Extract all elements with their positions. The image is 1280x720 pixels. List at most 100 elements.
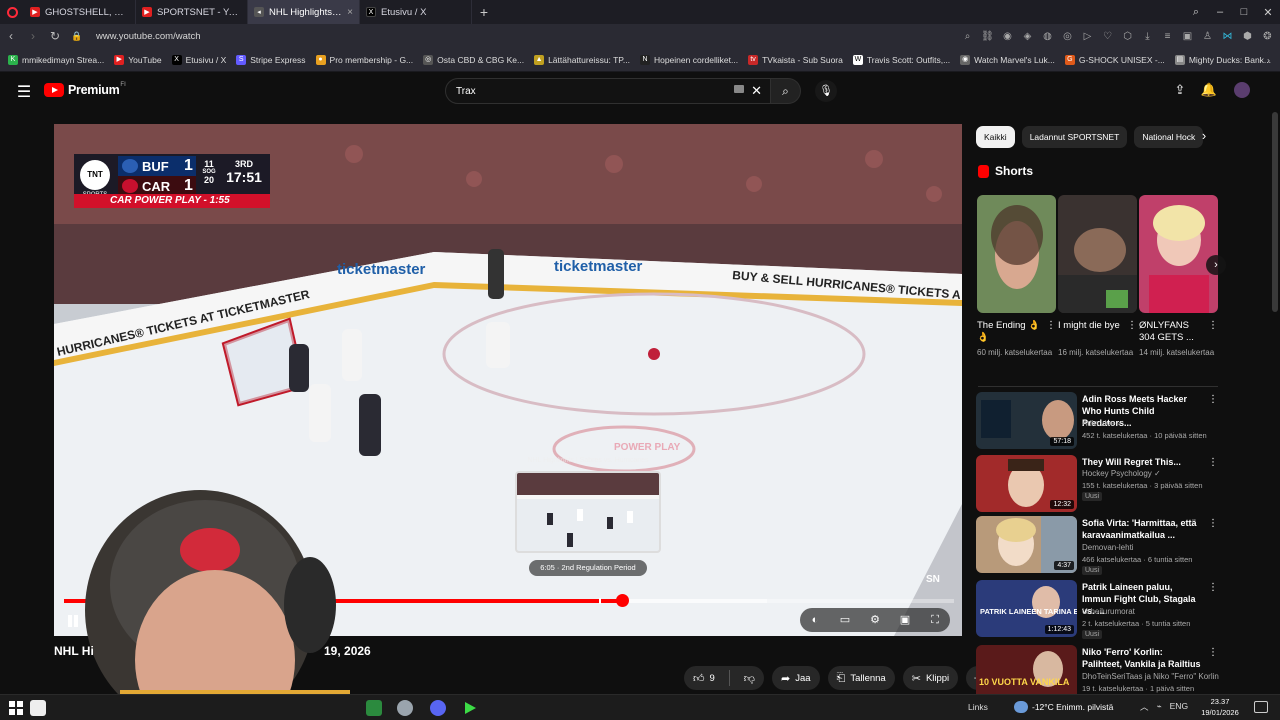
bookmark-item[interactable]: S Stripe Express (236, 54, 306, 65)
short-card[interactable]: ØNLYFANS 304 GETS ... 14 milj. katseluke… (1139, 195, 1218, 358)
upload-icon[interactable]: ⇪ (1170, 82, 1190, 102)
search-icon[interactable]: ⌕ (961, 30, 974, 43)
url-field[interactable]: www.youtube.com/watch (96, 31, 201, 42)
short-thumbnail[interactable] (1139, 195, 1218, 313)
browser-tab[interactable]: ▶ GHOSTSHELL, Mannequin (24, 0, 136, 24)
channel-name[interactable]: Hockey Psychology ✓ (1082, 469, 1161, 478)
recommendation-more-icon[interactable]: ⋮ (1208, 647, 1218, 658)
profile-icon[interactable]: ♙ (1201, 30, 1214, 43)
bookmark-item[interactable]: ▶ YouTube (114, 54, 162, 65)
ai-icon[interactable]: ❂ (1261, 30, 1274, 43)
short-title[interactable]: The Ending 👌👌 (977, 320, 1056, 346)
play-icon[interactable]: ▷ (1081, 30, 1094, 43)
menu-list-icon[interactable]: ≡ (1161, 30, 1174, 43)
account-avatar[interactable] (1234, 82, 1250, 98)
bookmark-item[interactable]: Kmmikedimayn Strea... (8, 54, 104, 65)
channel-name[interactable]: DhoTeinSeriTaas ja Niko "Ferro" Korlin (1082, 672, 1219, 681)
channel-name[interactable]: Adin Live ✓ (1082, 419, 1124, 428)
download-icon[interactable]: ⤓ (1141, 30, 1154, 43)
back-icon[interactable]: ‹ (0, 29, 22, 43)
bookmark-item[interactable]: ◉ Watch Marvel's Luk... (960, 54, 1055, 65)
short-more-icon[interactable]: ⋮ (1046, 320, 1056, 331)
bookmark-item[interactable]: G G-SHOCK UNISEX -... (1064, 54, 1165, 65)
autoplay-toggle-icon[interactable]: ◐ (808, 613, 822, 627)
short-more-icon[interactable]: ⋮ (1208, 320, 1218, 331)
recommendation-thumbnail[interactable]: PATRIK LAINEEN TARINA EI OLE OHI 1:12:43 (976, 580, 1077, 637)
audio-icon[interactable]: ◂ (254, 7, 264, 17)
channel-name[interactable]: Demovan-lehti (1082, 543, 1134, 552)
search-input[interactable]: Trax ✕ (445, 78, 771, 104)
bookmark-item[interactable]: ▲ Lättähattureissu: TP... (534, 54, 630, 65)
box-icon[interactable]: ⬢ (1241, 30, 1254, 43)
short-card[interactable]: The Ending 👌👌 60 milj. katselukertaa ⋮ (977, 195, 1056, 358)
recommendation-item[interactable]: 12:32 They Will Regret This... Hockey Ps… (976, 455, 1221, 513)
browser-tab[interactable]: ▶ SPORTSNET - YouTube (136, 0, 248, 24)
forward-icon[interactable]: › (22, 29, 44, 43)
bookmark-item[interactable]: tv TVkaista - Sub Suora (748, 54, 843, 65)
short-title[interactable]: ØNLYFANS 304 GETS ... (1139, 320, 1218, 346)
dislike-button[interactable]: 👎︎ (735, 666, 764, 690)
browser-tab[interactable]: X Etusivu / X (360, 0, 472, 24)
search-button[interactable]: ⌕ (771, 78, 801, 104)
heart-icon[interactable]: ♡ (1101, 30, 1114, 43)
cube-icon[interactable]: ⬡ (1121, 30, 1134, 43)
new-tab-button[interactable]: + (472, 4, 496, 20)
taskbar-links[interactable]: Links (968, 702, 988, 712)
short-card[interactable]: I might die bye 16 milj. katselukertaa ⋮ (1058, 195, 1137, 358)
bookmark-item[interactable]: N Hopeinen cordelliket... (639, 54, 738, 65)
file-icon[interactable] (30, 700, 46, 716)
link-icon[interactable]: ⛓ (981, 30, 994, 43)
channel-name[interactable]: Urheilurumorat (1082, 607, 1135, 616)
shield-icon[interactable]: ◈ (1021, 30, 1034, 43)
chip-nhl[interactable]: National Hock (1134, 126, 1204, 148)
recommendation-more-icon[interactable]: ⋮ (1208, 394, 1218, 405)
recommendation-item[interactable]: 4:37 Sofia Virta: 'Harmittaa, että karav… (976, 516, 1221, 575)
chips-next-icon[interactable]: › (1196, 128, 1212, 146)
language-indicator[interactable]: ENG (1170, 701, 1188, 713)
recommendation-title[interactable]: Niko 'Ferro' Korlin: Palihteet, Vankila … (1082, 646, 1202, 670)
recommendation-more-icon[interactable]: ⋮ (1208, 582, 1218, 593)
bookmark-item[interactable]: ▤ Mighty Ducks: Bank... (1174, 54, 1271, 65)
recommendation-more-icon[interactable]: ⋮ (1208, 518, 1218, 529)
short-thumbnail[interactable] (977, 195, 1056, 313)
media-player-icon[interactable] (462, 700, 478, 716)
maximize-icon[interactable]: □ (1232, 6, 1256, 18)
page-scrollbar[interactable] (1272, 112, 1278, 312)
discord-icon[interactable] (430, 700, 446, 716)
network-icon[interactable]: ⌁ (1157, 701, 1162, 713)
recommendation-title[interactable]: They Will Regret This... (1082, 456, 1202, 468)
youtube-premium-logo[interactable]: Premium FI (44, 82, 126, 97)
clear-search-icon[interactable]: ✕ (751, 83, 762, 99)
voice-search-mic-icon[interactable]: 🎙 (815, 80, 837, 102)
subtitles-icon[interactable]: ▭ (838, 613, 852, 627)
app-green-icon[interactable] (366, 700, 382, 716)
short-more-icon[interactable]: ⋮ (1127, 320, 1137, 331)
recommendation-thumbnail[interactable]: 12:32 (976, 455, 1077, 512)
vpn-badge-icon[interactable]: ⋈ (1221, 30, 1234, 43)
bookmark-item[interactable]: ◎ Osta CBD & CBG Ke... (423, 54, 524, 65)
wallet-icon[interactable]: ▣ (1181, 30, 1194, 43)
like-button[interactable]: 👍︎ 9 (684, 666, 724, 690)
miniplayer-icon[interactable]: ▣ (898, 613, 912, 627)
keyboard-icon[interactable] (734, 85, 744, 93)
browser-logo-icon[interactable] (0, 0, 24, 24)
bookmark-item[interactable]: W Travis Scott: Outfits,... (852, 54, 950, 65)
save-button[interactable]: ⎗ Tallenna (827, 666, 895, 690)
clip-button[interactable]: ✂ Klippi (902, 666, 959, 690)
windows-start-icon[interactable] (9, 701, 23, 715)
bookmarks-more-icon[interactable]: › (1267, 55, 1270, 65)
notifications-bell-icon[interactable]: 🔔 (1199, 82, 1219, 102)
search-tabs-icon[interactable]: ⌕ (1184, 6, 1208, 19)
vpn-icon[interactable]: ◎ (1061, 30, 1074, 43)
short-thumbnail[interactable] (1058, 195, 1137, 313)
chevron-up-icon[interactable]: ︿ (1140, 701, 1149, 713)
bookmark-item[interactable]: X Etusivu / X (171, 54, 226, 65)
camera-icon[interactable]: ◉ (1001, 30, 1014, 43)
browser-tab-active[interactable]: ◂ NHL Highlights | Sab × (248, 0, 360, 24)
close-window-icon[interactable]: ✕ (1256, 6, 1280, 19)
notification-center-icon[interactable] (1254, 701, 1268, 713)
recommendation-thumbnail[interactable]: 57:18 (976, 392, 1077, 449)
fullscreen-icon[interactable]: ⛶ (928, 613, 942, 627)
recommendation-item[interactable]: PATRIK LAINEEN TARINA EI OLE OHI1:12:43 … (976, 580, 1221, 639)
recommendation-title[interactable]: Sofia Virta: 'Harmittaa, että karavaanim… (1082, 517, 1202, 541)
